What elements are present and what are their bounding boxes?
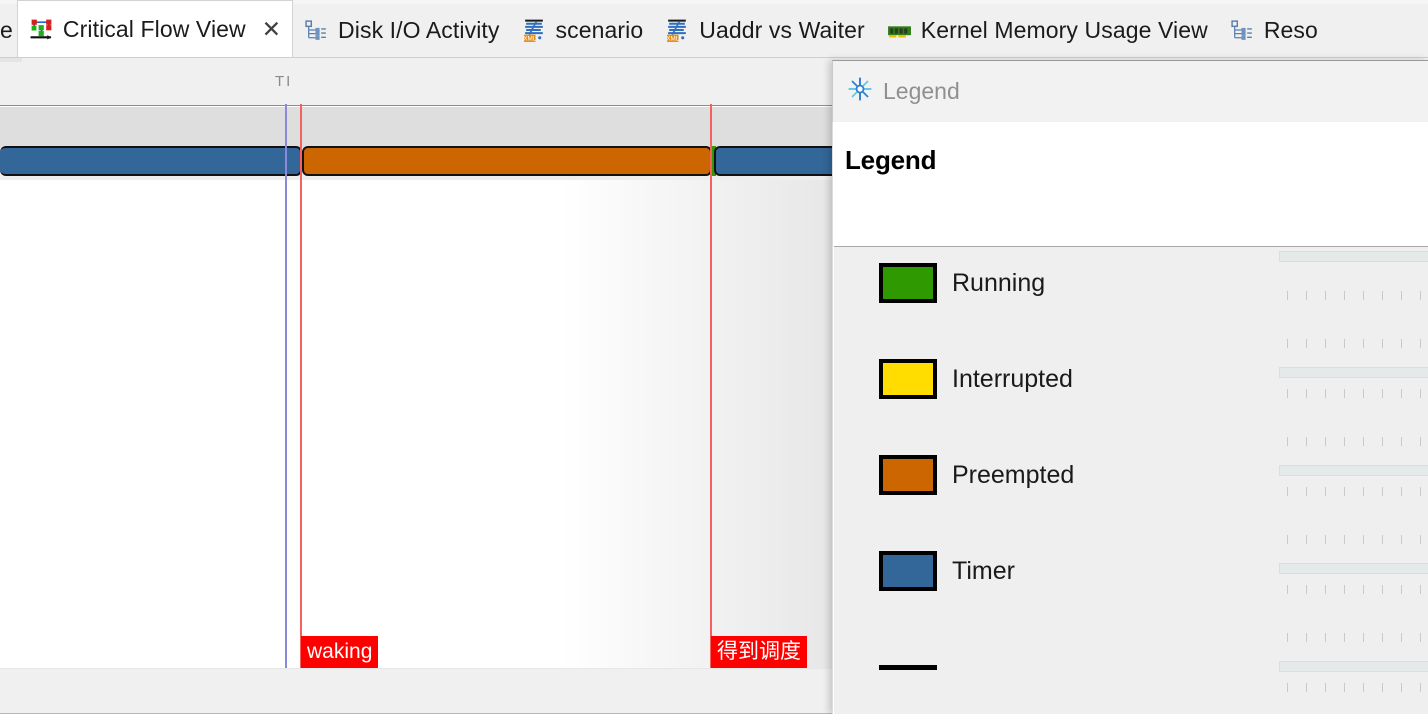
flow-graph-icon bbox=[29, 17, 54, 42]
cursor-line-red-scheduled[interactable] bbox=[710, 104, 712, 694]
legend-item-interrupted[interactable]: Interrupted bbox=[834, 331, 1428, 427]
tab-label: e bbox=[0, 17, 13, 43]
tab-label: Disk I/O Activity bbox=[338, 17, 500, 43]
legend-heading: Legend bbox=[845, 145, 937, 175]
tab-critical-flow-view[interactable]: Critical Flow View ✕ bbox=[16, 0, 294, 57]
tab-partial-right[interactable]: Reso bbox=[1219, 4, 1329, 57]
memory-chip-icon bbox=[887, 18, 912, 43]
marker-waking[interactable]: waking bbox=[301, 636, 379, 669]
legend-item-label: Preempted bbox=[952, 460, 1075, 489]
legend-item-timer[interactable]: Timer bbox=[834, 523, 1428, 619]
color-swatch bbox=[879, 359, 937, 399]
cursor-line-red-waking[interactable] bbox=[300, 104, 302, 694]
legend-item-running[interactable]: Running bbox=[834, 247, 1428, 331]
tab-label: scenario bbox=[555, 17, 644, 43]
legend-window: Legend Legend Running Interrupted Preemp… bbox=[832, 60, 1428, 714]
color-swatch bbox=[879, 263, 937, 303]
svg-text:XML: XML bbox=[667, 36, 680, 43]
timeline-header-stub bbox=[0, 58, 22, 62]
marker-label: waking bbox=[307, 640, 373, 663]
legend-window-title: Legend bbox=[883, 78, 960, 104]
legend-item-preempted[interactable]: Preempted bbox=[834, 427, 1428, 523]
tab-uaddr-vs-waiter[interactable]: XML Uaddr vs Waiter bbox=[654, 4, 876, 57]
line-swatch bbox=[879, 664, 937, 670]
timeline-bar-preempted[interactable] bbox=[302, 146, 712, 176]
close-icon[interactable]: ✕ bbox=[262, 17, 281, 41]
legend-body: Legend Running Interrupted Preempted Tim… bbox=[832, 122, 1428, 714]
marker-label: 得到调度 bbox=[717, 640, 801, 663]
tab-label: Uaddr vs Waiter bbox=[699, 17, 865, 43]
marker-scheduled[interactable]: 得到调度 bbox=[711, 636, 807, 669]
legend-item-label: Timer bbox=[952, 556, 1015, 585]
timeline-bar-timer-1[interactable] bbox=[0, 146, 302, 176]
tab-disk-io-activity[interactable]: Disk I/O Activity bbox=[293, 4, 510, 57]
tree-list-icon bbox=[1230, 18, 1255, 43]
color-swatch bbox=[879, 455, 937, 495]
cursor-line-blue[interactable] bbox=[285, 104, 287, 694]
svg-text:XML: XML bbox=[523, 36, 536, 43]
xml-doc-icon: XML bbox=[665, 18, 690, 43]
xml-doc-icon: XML bbox=[522, 18, 547, 43]
tab-label: Reso bbox=[1263, 17, 1318, 43]
tab-partial-left[interactable]: e bbox=[0, 4, 17, 57]
legend-item-label: Interrupted bbox=[952, 364, 1073, 393]
legend-item-label: Running bbox=[952, 268, 1046, 297]
star-burst-icon bbox=[847, 76, 873, 107]
legend-item-line[interactable] bbox=[834, 619, 1428, 714]
tab-scenario[interactable]: XML scenario bbox=[511, 4, 655, 57]
tree-list-icon bbox=[304, 18, 329, 43]
tab-label: Kernel Memory Usage View bbox=[920, 17, 1208, 43]
tab-kernel-memory-usage-view[interactable]: Kernel Memory Usage View bbox=[876, 4, 1219, 57]
application-window: e Critical Flow View ✕ Disk I/O Activity… bbox=[0, 0, 1428, 714]
tab-label: Critical Flow View bbox=[62, 15, 246, 42]
timeline-bar-timer-2[interactable] bbox=[714, 146, 838, 176]
legend-titlebar[interactable]: Legend bbox=[832, 60, 1428, 122]
color-swatch bbox=[879, 551, 937, 591]
timeline-header-label: TI bbox=[275, 73, 293, 90]
legend-item-list[interactable]: Running Interrupted Preempted Timer bbox=[834, 246, 1428, 714]
editor-tab-bar: e Critical Flow View ✕ Disk I/O Activity… bbox=[0, 0, 1428, 58]
